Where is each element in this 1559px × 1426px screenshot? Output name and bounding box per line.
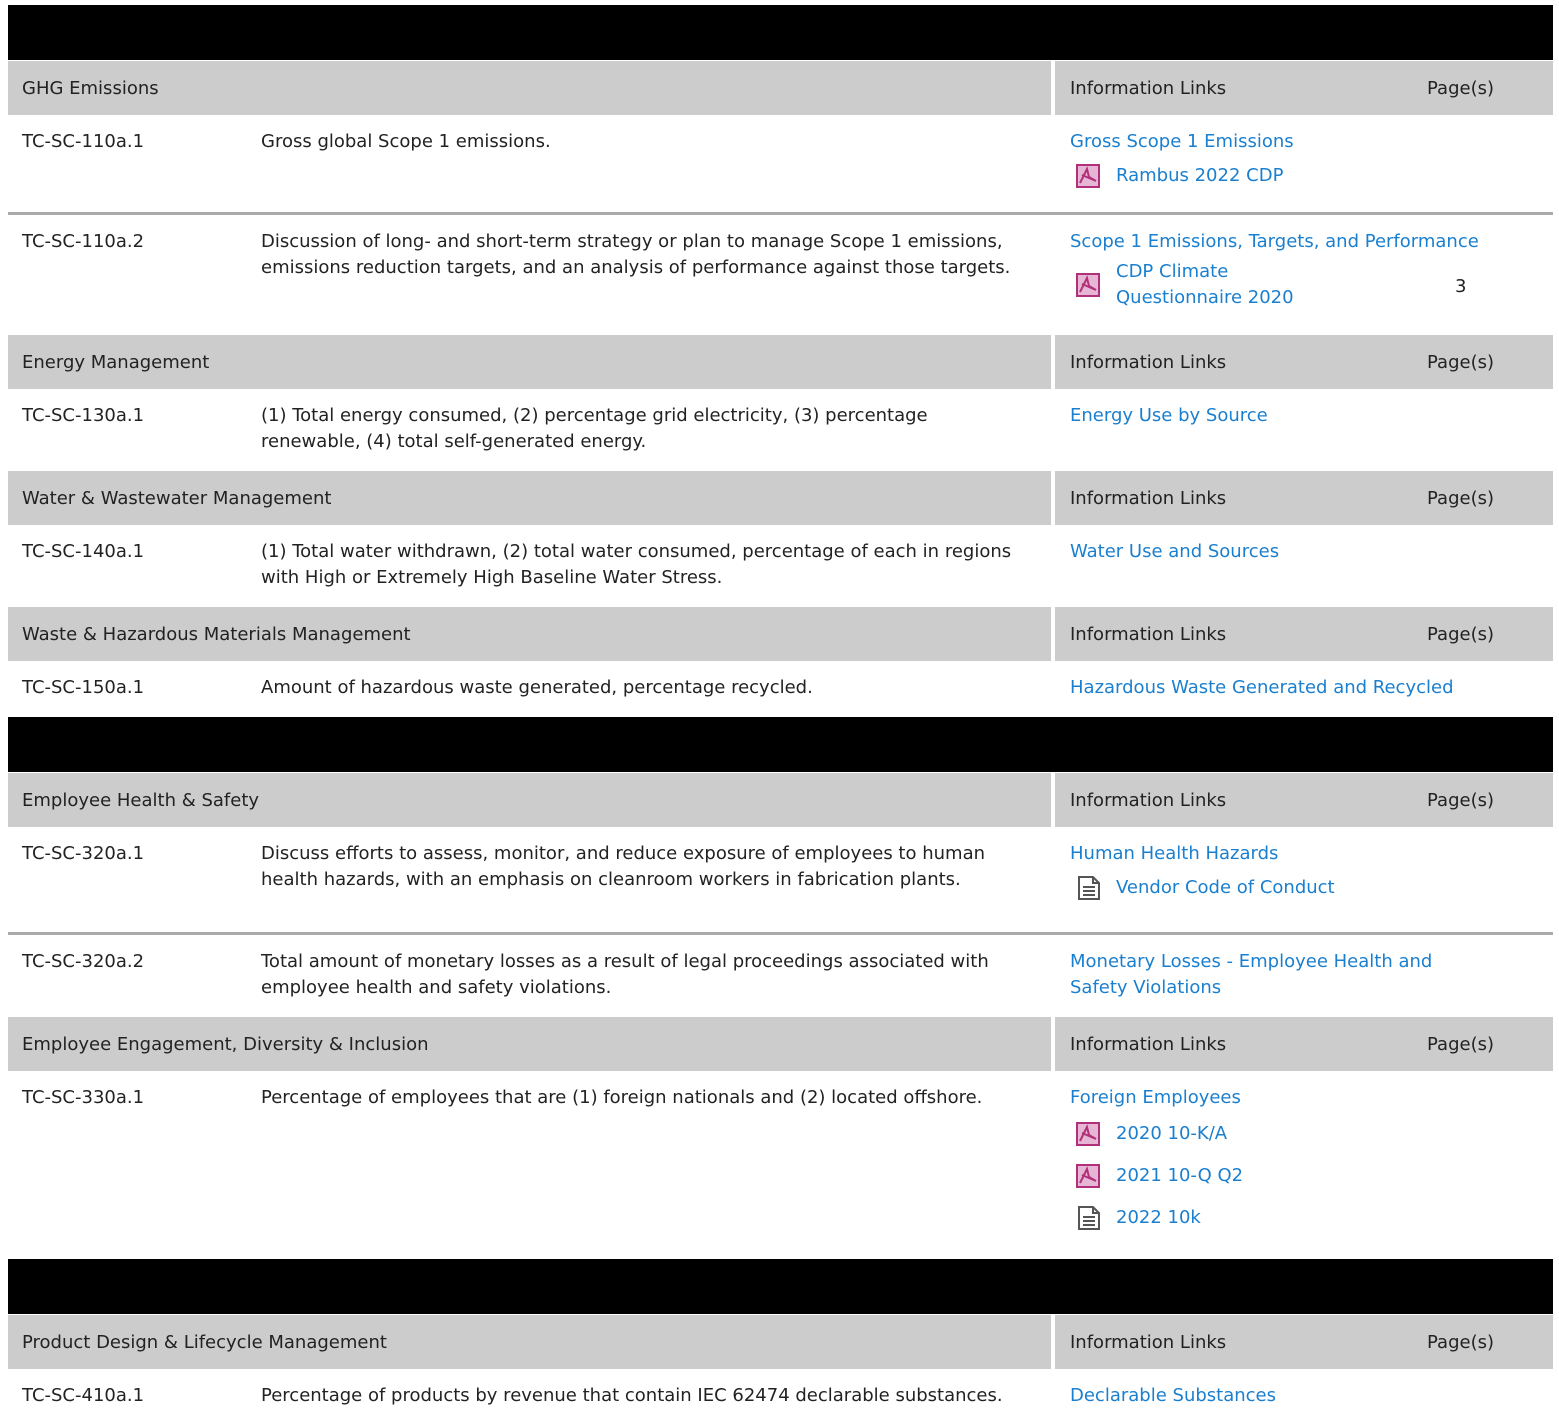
metric-links: Hazardous Waste Generated and Recycled	[1070, 675, 1550, 701]
information-links-header: Information Links	[1070, 77, 1227, 99]
row-divider	[8, 212, 1553, 215]
document-link-label[interactable]: 2021 10-Q Q2	[1116, 1163, 1243, 1189]
info-link[interactable]: Water Use and Sources	[1070, 539, 1550, 565]
document-link[interactable]: Vendor Code of Conduct	[1070, 875, 1550, 901]
metric-links: Energy Use by Source	[1070, 403, 1550, 429]
document-link-label[interactable]: CDP Climate Questionnaire 2020	[1116, 259, 1326, 311]
page-number: 3	[1455, 276, 1467, 297]
metric-code: TC-SC-320a.2	[22, 951, 145, 972]
metric-code: TC-SC-130a.1	[22, 405, 145, 426]
document-link[interactable]: 2021 10-Q Q2	[1070, 1163, 1550, 1189]
metric-code: TC-SC-330a.1	[22, 1087, 145, 1108]
metric-code: TC-SC-140a.1	[22, 541, 145, 562]
metric-links: Water Use and Sources	[1070, 539, 1550, 565]
metric-description: (1) Total energy consumed, (2) percentag…	[261, 405, 928, 452]
information-links-header: Information Links	[1070, 487, 1227, 509]
topic-title: Employee Health & Safety	[22, 789, 260, 811]
metric-links: Monetary Losses - Employee Health and Sa…	[1070, 949, 1490, 1001]
topic-title: Energy Management	[22, 351, 210, 373]
metric-description: Discussion of long- and short-term strat…	[261, 231, 1011, 278]
information-links-header: Information Links	[1070, 1331, 1227, 1353]
document-link[interactable]: Rambus 2022 CDP	[1070, 163, 1550, 189]
metric-code: TC-SC-110a.1	[22, 131, 145, 152]
topic-header-columns: Information Links Page(s)	[1055, 773, 1553, 827]
document-link-label[interactable]: Vendor Code of Conduct	[1116, 875, 1335, 901]
section-header-bar	[8, 5, 1553, 60]
metric-description: Gross global Scope 1 emissions.	[261, 131, 551, 152]
document-icon	[1078, 1206, 1100, 1230]
document-link[interactable]: 2020 10-K/A	[1070, 1121, 1550, 1147]
metric-code: TC-SC-410a.1	[22, 1385, 145, 1406]
info-link[interactable]: Human Health Hazards	[1070, 841, 1550, 867]
row-divider	[8, 932, 1553, 935]
info-link[interactable]: Scope 1 Emissions, Targets, and Performa…	[1070, 229, 1550, 255]
information-links-header: Information Links	[1070, 623, 1227, 645]
metric-description: (1) Total water withdrawn, (2) total wat…	[261, 541, 1012, 588]
pdf-icon	[1076, 1122, 1100, 1146]
metric-links: Gross Scope 1 Emissions Rambus 2022 CDP	[1070, 129, 1550, 189]
topic-header-columns: Information Links Page(s)	[1055, 607, 1553, 661]
info-link[interactable]: Gross Scope 1 Emissions	[1070, 129, 1550, 155]
information-links-header: Information Links	[1070, 351, 1227, 373]
pdf-icon	[1076, 273, 1100, 297]
document-icon	[1078, 876, 1100, 900]
topic-header: Product Design & Lifecycle Management	[8, 1315, 1051, 1369]
topic-header-columns: Information Links Page(s)	[1055, 1017, 1553, 1071]
info-link[interactable]: Energy Use by Source	[1070, 403, 1550, 429]
metric-code: TC-SC-320a.1	[22, 843, 145, 864]
metric-links: Scope 1 Emissions, Targets, and Performa…	[1070, 229, 1550, 311]
information-links-header: Information Links	[1070, 789, 1227, 811]
pdf-icon	[1076, 164, 1100, 188]
metric-description: Percentage of employees that are (1) for…	[261, 1087, 983, 1108]
pages-header: Page(s)	[1427, 1331, 1494, 1353]
pages-header: Page(s)	[1427, 351, 1494, 373]
topic-header: Employee Health & Safety	[8, 773, 1051, 827]
topic-title: Waste & Hazardous Materials Management	[22, 623, 411, 645]
topic-header: Water & Wastewater Management	[8, 471, 1051, 525]
topic-header-columns: Information Links Page(s)	[1055, 61, 1553, 115]
document-link-label[interactable]: 2020 10-K/A	[1116, 1121, 1227, 1147]
document-link[interactable]: 2022 10k	[1070, 1205, 1550, 1231]
section-header-bar	[8, 717, 1553, 772]
metric-description: Discuss efforts to assess, monitor, and …	[261, 843, 986, 890]
metric-code: TC-SC-150a.1	[22, 677, 145, 698]
document-link-label[interactable]: 2022 10k	[1116, 1205, 1201, 1231]
metric-description: Amount of hazardous waste generated, per…	[261, 677, 813, 698]
topic-header: Waste & Hazardous Materials Management	[8, 607, 1051, 661]
info-link[interactable]: Hazardous Waste Generated and Recycled	[1070, 675, 1550, 701]
topic-header: Employee Engagement, Diversity & Inclusi…	[8, 1017, 1051, 1071]
metric-code: TC-SC-110a.2	[22, 231, 145, 252]
pages-header: Page(s)	[1427, 623, 1494, 645]
topic-header-columns: Information Links Page(s)	[1055, 471, 1553, 525]
metric-links: Declarable Substances	[1070, 1383, 1550, 1409]
topic-header: GHG Emissions	[8, 61, 1051, 115]
metric-links: Human Health Hazards Vendor Code of Cond…	[1070, 841, 1550, 901]
pages-header: Page(s)	[1427, 487, 1494, 509]
topic-title: GHG Emissions	[22, 77, 159, 99]
metric-description: Percentage of products by revenue that c…	[261, 1385, 1003, 1406]
metric-links: Foreign Employees 2020 10-K/A 2021 10-Q …	[1070, 1085, 1550, 1231]
topic-header: Energy Management	[8, 335, 1051, 389]
info-link[interactable]: Monetary Losses - Employee Health and Sa…	[1070, 949, 1490, 1001]
sasb-index-table: GHG Emissions Information Links Page(s) …	[0, 0, 1559, 1426]
pages-header: Page(s)	[1427, 77, 1494, 99]
information-links-header: Information Links	[1070, 1033, 1227, 1055]
info-link[interactable]: Declarable Substances	[1070, 1383, 1550, 1409]
document-link[interactable]: CDP Climate Questionnaire 2020	[1070, 259, 1550, 311]
document-link-label[interactable]: Rambus 2022 CDP	[1116, 163, 1283, 189]
topic-title: Product Design & Lifecycle Management	[22, 1331, 387, 1353]
pages-header: Page(s)	[1427, 789, 1494, 811]
topic-header-columns: Information Links Page(s)	[1055, 335, 1553, 389]
topic-title: Water & Wastewater Management	[22, 487, 332, 509]
topic-title: Employee Engagement, Diversity & Inclusi…	[22, 1033, 429, 1055]
section-header-bar	[8, 1259, 1553, 1314]
topic-header-columns: Information Links Page(s)	[1055, 1315, 1553, 1369]
pages-header: Page(s)	[1427, 1033, 1494, 1055]
pdf-icon	[1076, 1164, 1100, 1188]
info-link[interactable]: Foreign Employees	[1070, 1085, 1550, 1111]
metric-description: Total amount of monetary losses as a res…	[261, 951, 989, 998]
